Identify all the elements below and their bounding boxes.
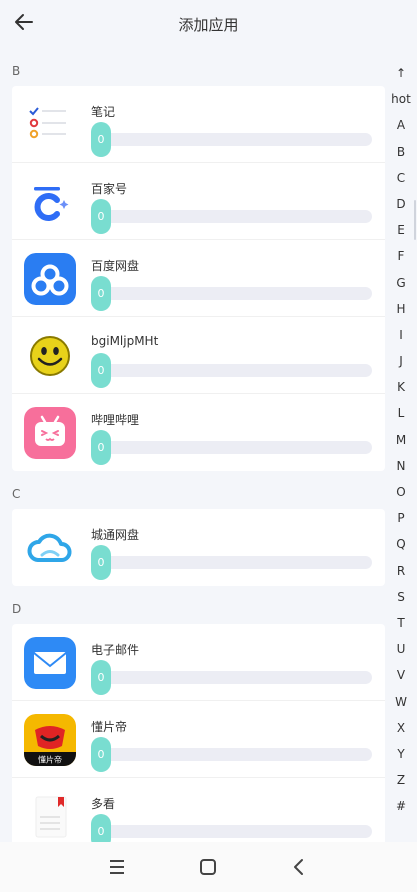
bilibili-icon [24,407,76,459]
app-name: bgiMljpMHt [91,334,159,348]
slider-thumb[interactable]: 0 [91,353,111,388]
baijiahao-icon [24,176,76,228]
slider-thumb[interactable]: 0 [91,430,111,465]
system-nav-bar [0,842,417,892]
app-name: 多看 [91,797,116,811]
index-item-n[interactable]: N [389,453,413,479]
smiley-icon [24,330,76,382]
section-group-b: 笔记 0 百家号 0 百度网盘 0 bgiMljpMHt 0 哔哩哔哩 0 [12,86,385,471]
index-item-v[interactable]: V [389,662,413,688]
slider-thumb[interactable]: 0 [91,122,111,157]
index-item-o[interactable]: O [389,479,413,505]
index-item-hash[interactable]: # [389,793,413,819]
index-item-z[interactable]: Z [389,767,413,793]
index-item-c[interactable]: C [389,165,413,191]
page-title: 添加应用 [178,16,239,34]
list-item-duokan[interactable]: 多看 0 [12,778,385,842]
index-item-h[interactable]: H [389,296,413,322]
app-name: 百度网盘 [91,259,140,273]
index-item-top[interactable]: ↑ [389,60,413,86]
index-item-m[interactable]: M [389,427,413,453]
index-item-u[interactable]: U [389,636,413,662]
index-item-t[interactable]: T [389,610,413,636]
index-item-w[interactable]: W [389,689,413,715]
section-group-c: 城通网盘 0 [12,509,385,586]
list-item-baijiahao[interactable]: 百家号 0 [12,163,385,240]
index-item-p[interactable]: P [389,505,413,531]
index-item-k[interactable]: K [389,374,413,400]
list-item-dongpiandi[interactable]: 懂片帝 懂片帝 0 [12,701,385,778]
index-item-i[interactable]: I [389,322,413,348]
list-item-bilibili[interactable]: 哔哩哔哩 0 [12,394,385,471]
app-name: 百家号 [91,182,128,196]
mail-icon [24,637,76,689]
dongpiandi-label: 懂片帝 [38,755,62,765]
index-item-r[interactable]: R [389,558,413,584]
list-item-ctfile[interactable]: 城通网盘 0 [12,509,385,586]
slider-track[interactable]: 0 [91,660,372,695]
index-item-l[interactable]: L [389,400,413,426]
slider-track[interactable]: 0 [91,814,372,842]
alphabet-index-bar[interactable]: ↑ hot A B C D E F G H I J K L M N O P Q R S T U V W X Y Z # [389,60,413,819]
section-group-d: 电子邮件 0 懂片帝 懂片帝 0 多看 0 [12,624,385,842]
index-item-f[interactable]: F [389,243,413,269]
index-item-a[interactable]: A [389,112,413,138]
slider-track[interactable]: 0 [91,276,372,311]
slider-track[interactable]: 0 [91,545,372,580]
index-item-s[interactable]: S [389,584,413,610]
slider-thumb[interactable]: 0 [91,814,111,842]
cloud-icon [24,522,76,574]
app-name: 笔记 [91,105,116,119]
slider-track[interactable]: 0 [91,430,372,465]
notes-icon [24,99,76,151]
index-item-q[interactable]: Q [389,531,413,557]
slider-thumb[interactable]: 0 [91,545,111,580]
section-header-c: C [12,487,21,501]
index-item-b[interactable]: B [389,139,413,165]
duokan-icon [24,791,76,842]
home-square-icon[interactable] [198,857,218,877]
list-item-notes[interactable]: 笔记 0 [12,86,385,163]
index-item-d[interactable]: D [389,191,413,217]
app-name: 电子邮件 [91,643,140,657]
app-list[interactable]: B 笔记 0 百家号 0 百度网盘 0 bgiMljpMHt 0 哔哩哔哩 0 … [0,56,417,842]
slider-thumb[interactable]: 0 [91,276,111,311]
dongpiandi-icon: 懂片帝 [24,714,76,766]
section-header-d: D [12,602,22,616]
slider-track[interactable]: 0 [91,199,372,234]
section-header-b: B [12,64,21,78]
index-item-j[interactable]: J [389,348,413,374]
app-name: 哔哩哔哩 [91,413,140,427]
chevron-left-icon[interactable] [289,857,309,877]
list-item-email[interactable]: 电子邮件 0 [12,624,385,701]
slider-thumb[interactable]: 0 [91,660,111,695]
index-item-x[interactable]: X [389,715,413,741]
index-item-y[interactable]: Y [389,741,413,767]
slider-thumb[interactable]: 0 [91,737,111,772]
slider-track[interactable]: 0 [91,122,372,157]
header: 添加应用 [0,0,417,48]
index-item-e[interactable]: E [389,217,413,243]
slider-track[interactable]: 0 [91,353,372,388]
baidu-netdisk-icon [24,253,76,305]
index-item-hot[interactable]: hot [389,86,413,112]
scrollbar[interactable] [414,200,416,240]
slider-thumb[interactable]: 0 [91,199,111,234]
app-name: 懂片帝 [91,720,128,734]
list-item-bgimljpmht[interactable]: bgiMljpMHt 0 [12,317,385,394]
slider-track[interactable]: 0 [91,737,372,772]
app-name: 城通网盘 [91,528,140,542]
menu-icon[interactable] [107,857,127,877]
index-item-g[interactable]: G [389,270,413,296]
list-item-baidu-netdisk[interactable]: 百度网盘 0 [12,240,385,317]
